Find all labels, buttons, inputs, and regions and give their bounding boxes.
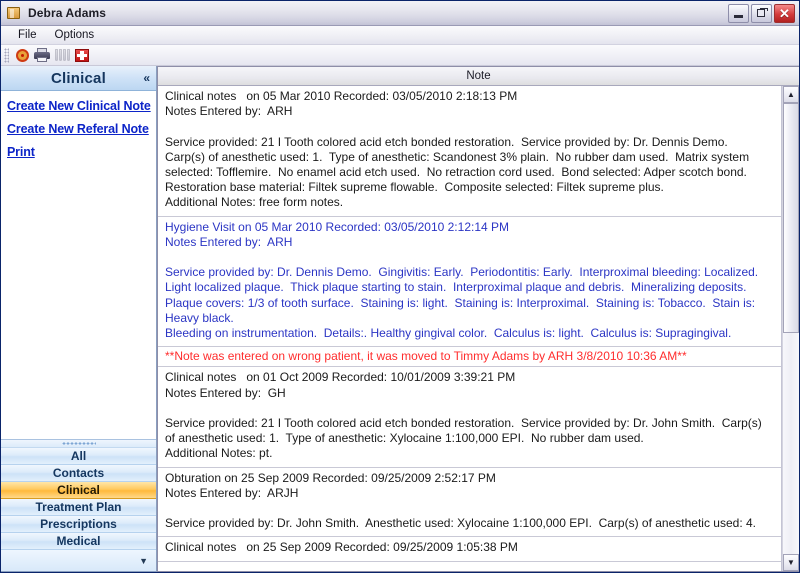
note-panel: Note Clinical notes on 05 Mar 2010 Recor… (157, 66, 799, 572)
note-list[interactable]: Clinical notes on 05 Mar 2010 Recorded: … (158, 86, 782, 571)
main-body: Clinical « Create New Clinical Note Crea… (1, 66, 799, 572)
menu-bar: File Options (1, 26, 799, 45)
close-button[interactable]: ✕ (774, 3, 795, 23)
sidebar-actions: Create New Clinical Note Create New Refe… (1, 91, 156, 439)
sidebar-item-prescriptions[interactable]: Prescriptions (1, 516, 156, 533)
teeth-chart-button (52, 46, 72, 65)
scroll-down-arrow-icon[interactable]: ▼ (783, 554, 799, 571)
application-window: Debra Adams ✕ File Options Clinical « Cr… (0, 0, 800, 573)
sidebar: Clinical « Create New Clinical Note Crea… (1, 66, 157, 572)
sidebar-title: Clinical (51, 69, 106, 87)
sidebar-item-treatment-plan[interactable]: Treatment Plan (1, 499, 156, 516)
print-button[interactable] (32, 46, 52, 65)
note-block[interactable]: Obturation on 25 Sep 2009 Recorded: 09/2… (158, 468, 781, 538)
create-new-referral-note-link[interactable]: Create New Referal Note (7, 122, 150, 136)
restore-button[interactable] (751, 3, 772, 23)
chevron-down-icon[interactable]: ▼ (139, 556, 148, 566)
note-block[interactable]: Hygiene Visit on 05 Mar 2010 Recorded: 0… (158, 217, 781, 348)
printer-icon (34, 48, 50, 62)
note-column-header: Note (158, 67, 799, 86)
sidebar-item-all[interactable]: All (1, 448, 156, 465)
sidebar-item-contacts[interactable]: Contacts (1, 465, 156, 482)
title-bar: Debra Adams ✕ (1, 1, 799, 26)
sidebar-nav-footer: ▼ (1, 550, 156, 571)
vertical-scrollbar[interactable]: ▲ ▼ (782, 86, 799, 571)
sidebar-header: Clinical « (1, 66, 156, 91)
close-icon: ✕ (779, 5, 790, 21)
sidebar-navigation: All Contacts Clinical Treatment Plan Pre… (1, 439, 156, 571)
note-column-header-label: Note (466, 70, 491, 82)
record-target-button[interactable] (12, 46, 32, 65)
create-new-clinical-note-link[interactable]: Create New Clinical Note (7, 99, 151, 113)
toolbar (1, 45, 799, 66)
minimize-button[interactable] (728, 3, 749, 23)
medical-cross-icon (75, 48, 89, 62)
scrollbar-thumb[interactable] (783, 103, 799, 333)
teeth-chart-icon (54, 49, 70, 61)
scrollbar-track[interactable] (783, 103, 799, 554)
medical-button[interactable] (72, 46, 92, 65)
sidebar-item-clinical[interactable]: Clinical (1, 482, 156, 499)
toolbar-grip[interactable] (4, 47, 9, 63)
menu-item-options[interactable]: Options (46, 28, 104, 42)
window-title: Debra Adams (28, 6, 107, 20)
record-target-icon (15, 48, 29, 62)
patient-folder-icon (6, 5, 22, 21)
note-block[interactable]: **Note was entered on wrong patient, it … (158, 347, 781, 368)
note-block[interactable]: Clinical notes on 05 Mar 2010 Recorded: … (158, 86, 781, 217)
menu-item-file[interactable]: File (9, 28, 46, 42)
sidebar-item-medical[interactable]: Medical (1, 533, 156, 550)
note-block[interactable]: Clinical notes on 01 Oct 2009 Recorded: … (158, 367, 781, 468)
print-link[interactable]: Print (7, 145, 150, 159)
scroll-up-arrow-icon[interactable]: ▲ (783, 86, 799, 103)
note-area: Clinical notes on 05 Mar 2010 Recorded: … (158, 86, 799, 571)
collapse-panel-icon[interactable]: « (143, 71, 150, 85)
window-controls: ✕ (728, 3, 797, 23)
sidebar-nav-grip[interactable] (1, 440, 156, 448)
note-block[interactable]: Clinical notes on 25 Sep 2009 Recorded: … (158, 537, 781, 562)
